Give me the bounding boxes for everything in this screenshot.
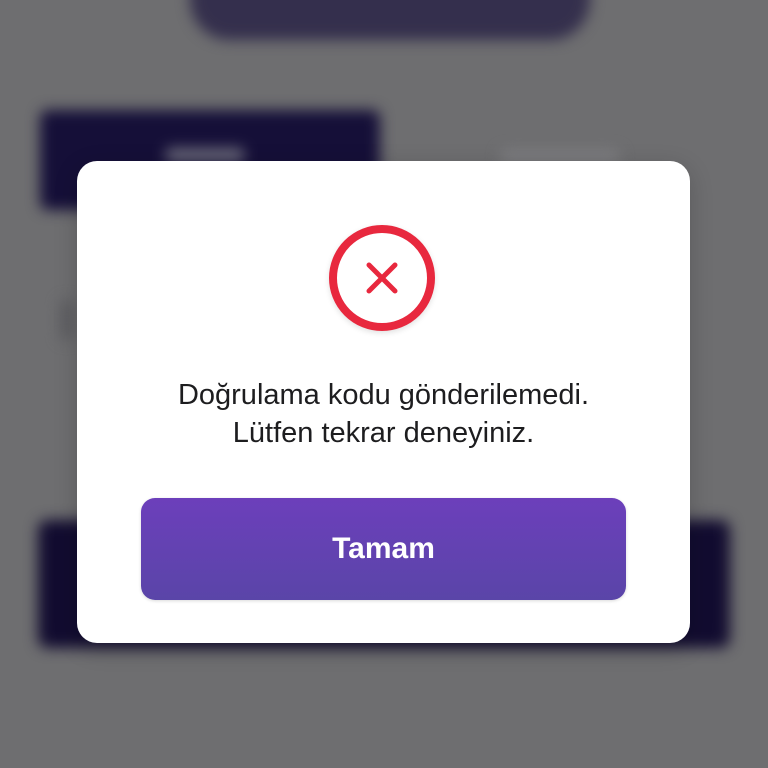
background-logo bbox=[190, 0, 590, 40]
error-message: Doğrulama kodu gönderilemedi. Lütfen tek… bbox=[77, 376, 690, 452]
error-message-line-1: Doğrulama kodu gönderilemedi. bbox=[177, 379, 590, 411]
close-x-icon bbox=[366, 262, 398, 294]
error-dialog: Doğrulama kodu gönderilemedi. Lütfen tek… bbox=[77, 161, 690, 643]
error-x-icon bbox=[329, 225, 435, 331]
screen: Doğrulama kodu gönderilemedi. Lütfen tek… bbox=[0, 0, 768, 768]
background-tab-label bbox=[165, 148, 245, 162]
error-message-line-2: Lütfen tekrar deneyiniz. bbox=[232, 417, 535, 449]
ok-button[interactable]: Tamam bbox=[141, 498, 626, 600]
background-field-marker bbox=[60, 300, 74, 340]
